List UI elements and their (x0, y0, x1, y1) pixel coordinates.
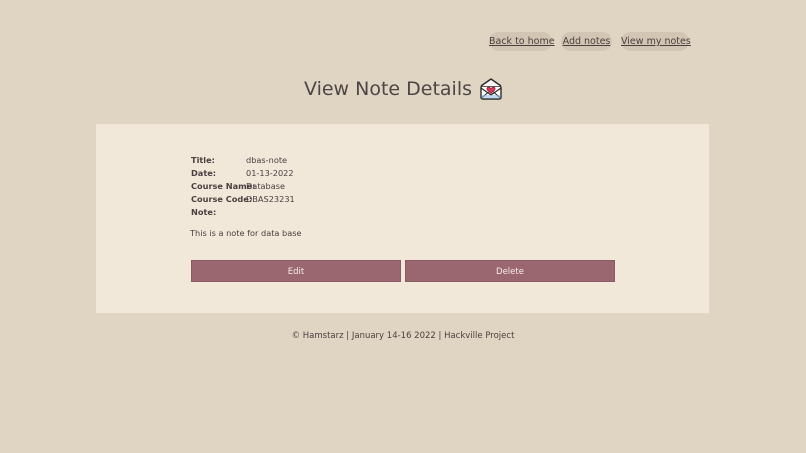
top-nav: Back to home Add notes View my notes (0, 32, 806, 51)
course-name-value: Database (246, 181, 286, 191)
note-details-card: Title: dbas-note Date: 01-13-2022 Course… (96, 124, 709, 313)
note-body-text: This is a note for data base (190, 228, 302, 238)
edit-button[interactable]: Edit (191, 260, 401, 282)
date-value: 01-13-2022 (246, 168, 294, 178)
title-value: dbas-note (246, 155, 288, 165)
title-label: Title: (191, 155, 215, 165)
view-my-notes-link[interactable]: View my notes (621, 32, 691, 51)
add-notes-link[interactable]: Add notes (561, 32, 612, 51)
love-letter-envelope-icon (480, 78, 502, 100)
course-code-value: DBAS23231 (246, 194, 295, 204)
delete-button[interactable]: Delete (405, 260, 615, 282)
note-label: Note: (191, 207, 217, 217)
date-label: Date: (191, 168, 217, 178)
footer-text: © Hamstarz | January 14-16 2022 | Hackvi… (291, 331, 515, 341)
page-title: View Note Details (303, 78, 472, 100)
page-title-wrap: View Note Details (304, 78, 502, 100)
back-to-home-link[interactable]: Back to home (489, 32, 555, 51)
page-title-row: View Note Details (0, 78, 806, 100)
course-code-label: Course Code: (191, 194, 253, 204)
